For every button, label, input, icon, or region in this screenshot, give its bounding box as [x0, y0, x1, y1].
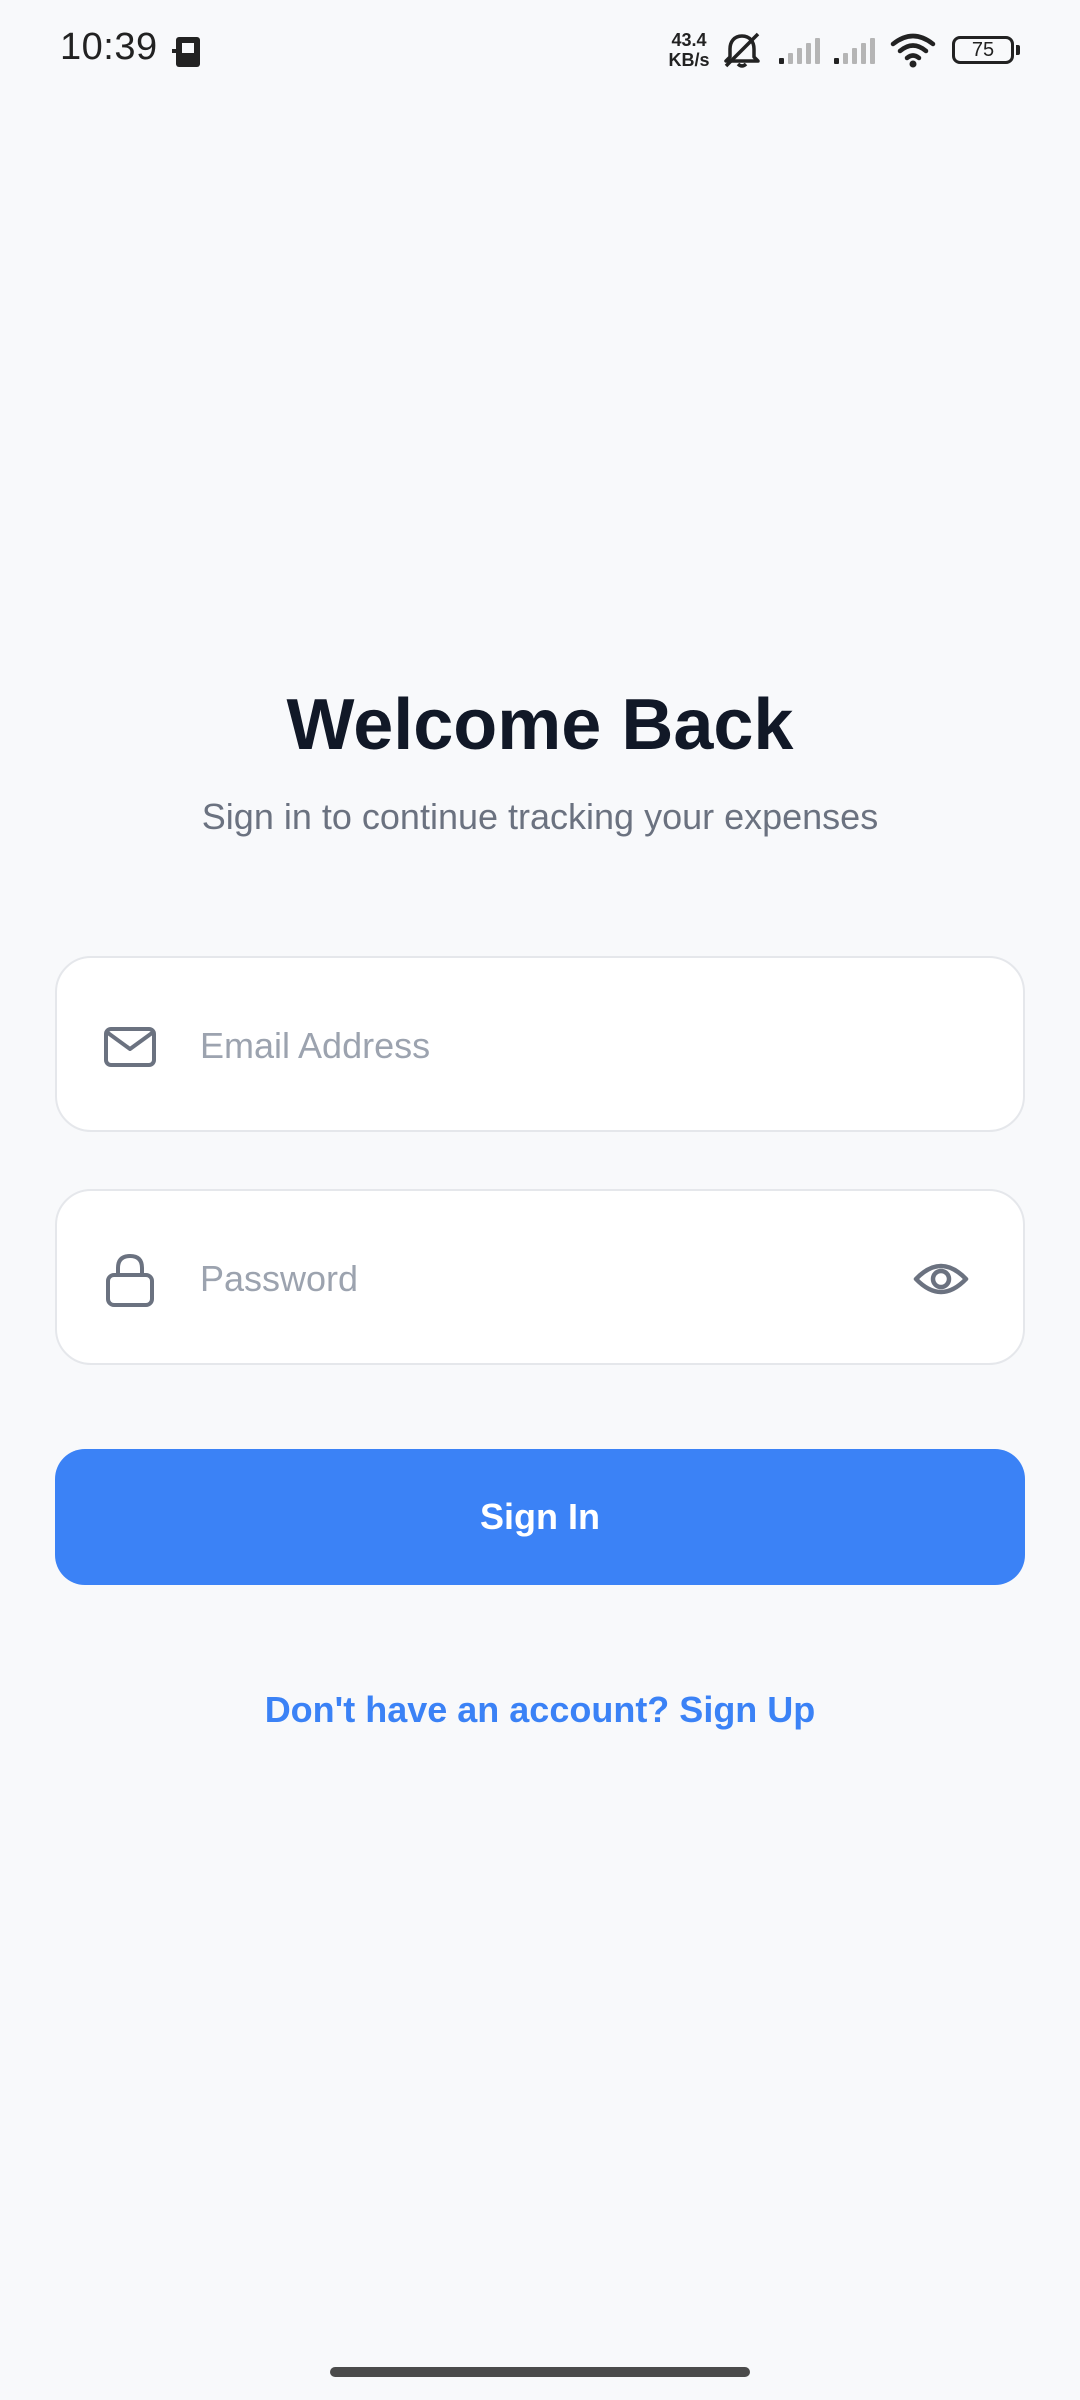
sign-in-button[interactable]: Sign In [55, 1449, 1025, 1585]
battery-level: 75 [971, 39, 995, 61]
signal-icon [834, 38, 875, 64]
wifi-icon [890, 33, 936, 68]
network-speed-unit: KB/s [668, 50, 710, 70]
email-input[interactable] [200, 1008, 940, 1084]
network-speed: 43.4 KB/s [664, 30, 714, 70]
eye-icon[interactable] [911, 1249, 971, 1309]
status-bar: 10:39 43.4 KB/s 75 [0, 0, 1080, 100]
mail-icon [104, 1027, 156, 1067]
app-notification-icon [172, 37, 200, 67]
signal-icon [779, 38, 820, 64]
battery-icon: 75 [952, 36, 1020, 64]
sign-up-link[interactable]: Don't have an account? Sign Up [0, 1685, 1080, 1735]
email-field[interactable] [55, 956, 1025, 1132]
page-subtitle: Sign in to continue tracking your expens… [201, 796, 879, 837]
home-indicator[interactable] [330, 2367, 750, 2377]
status-time: 10:39 [60, 26, 158, 68]
network-speed-value: 43.4 [671, 30, 707, 50]
page-title: Welcome Back [286, 685, 794, 765]
lock-icon [106, 1253, 154, 1307]
bell-muted-icon [724, 32, 760, 68]
password-input[interactable] [200, 1241, 840, 1317]
password-field[interactable] [55, 1189, 1025, 1365]
